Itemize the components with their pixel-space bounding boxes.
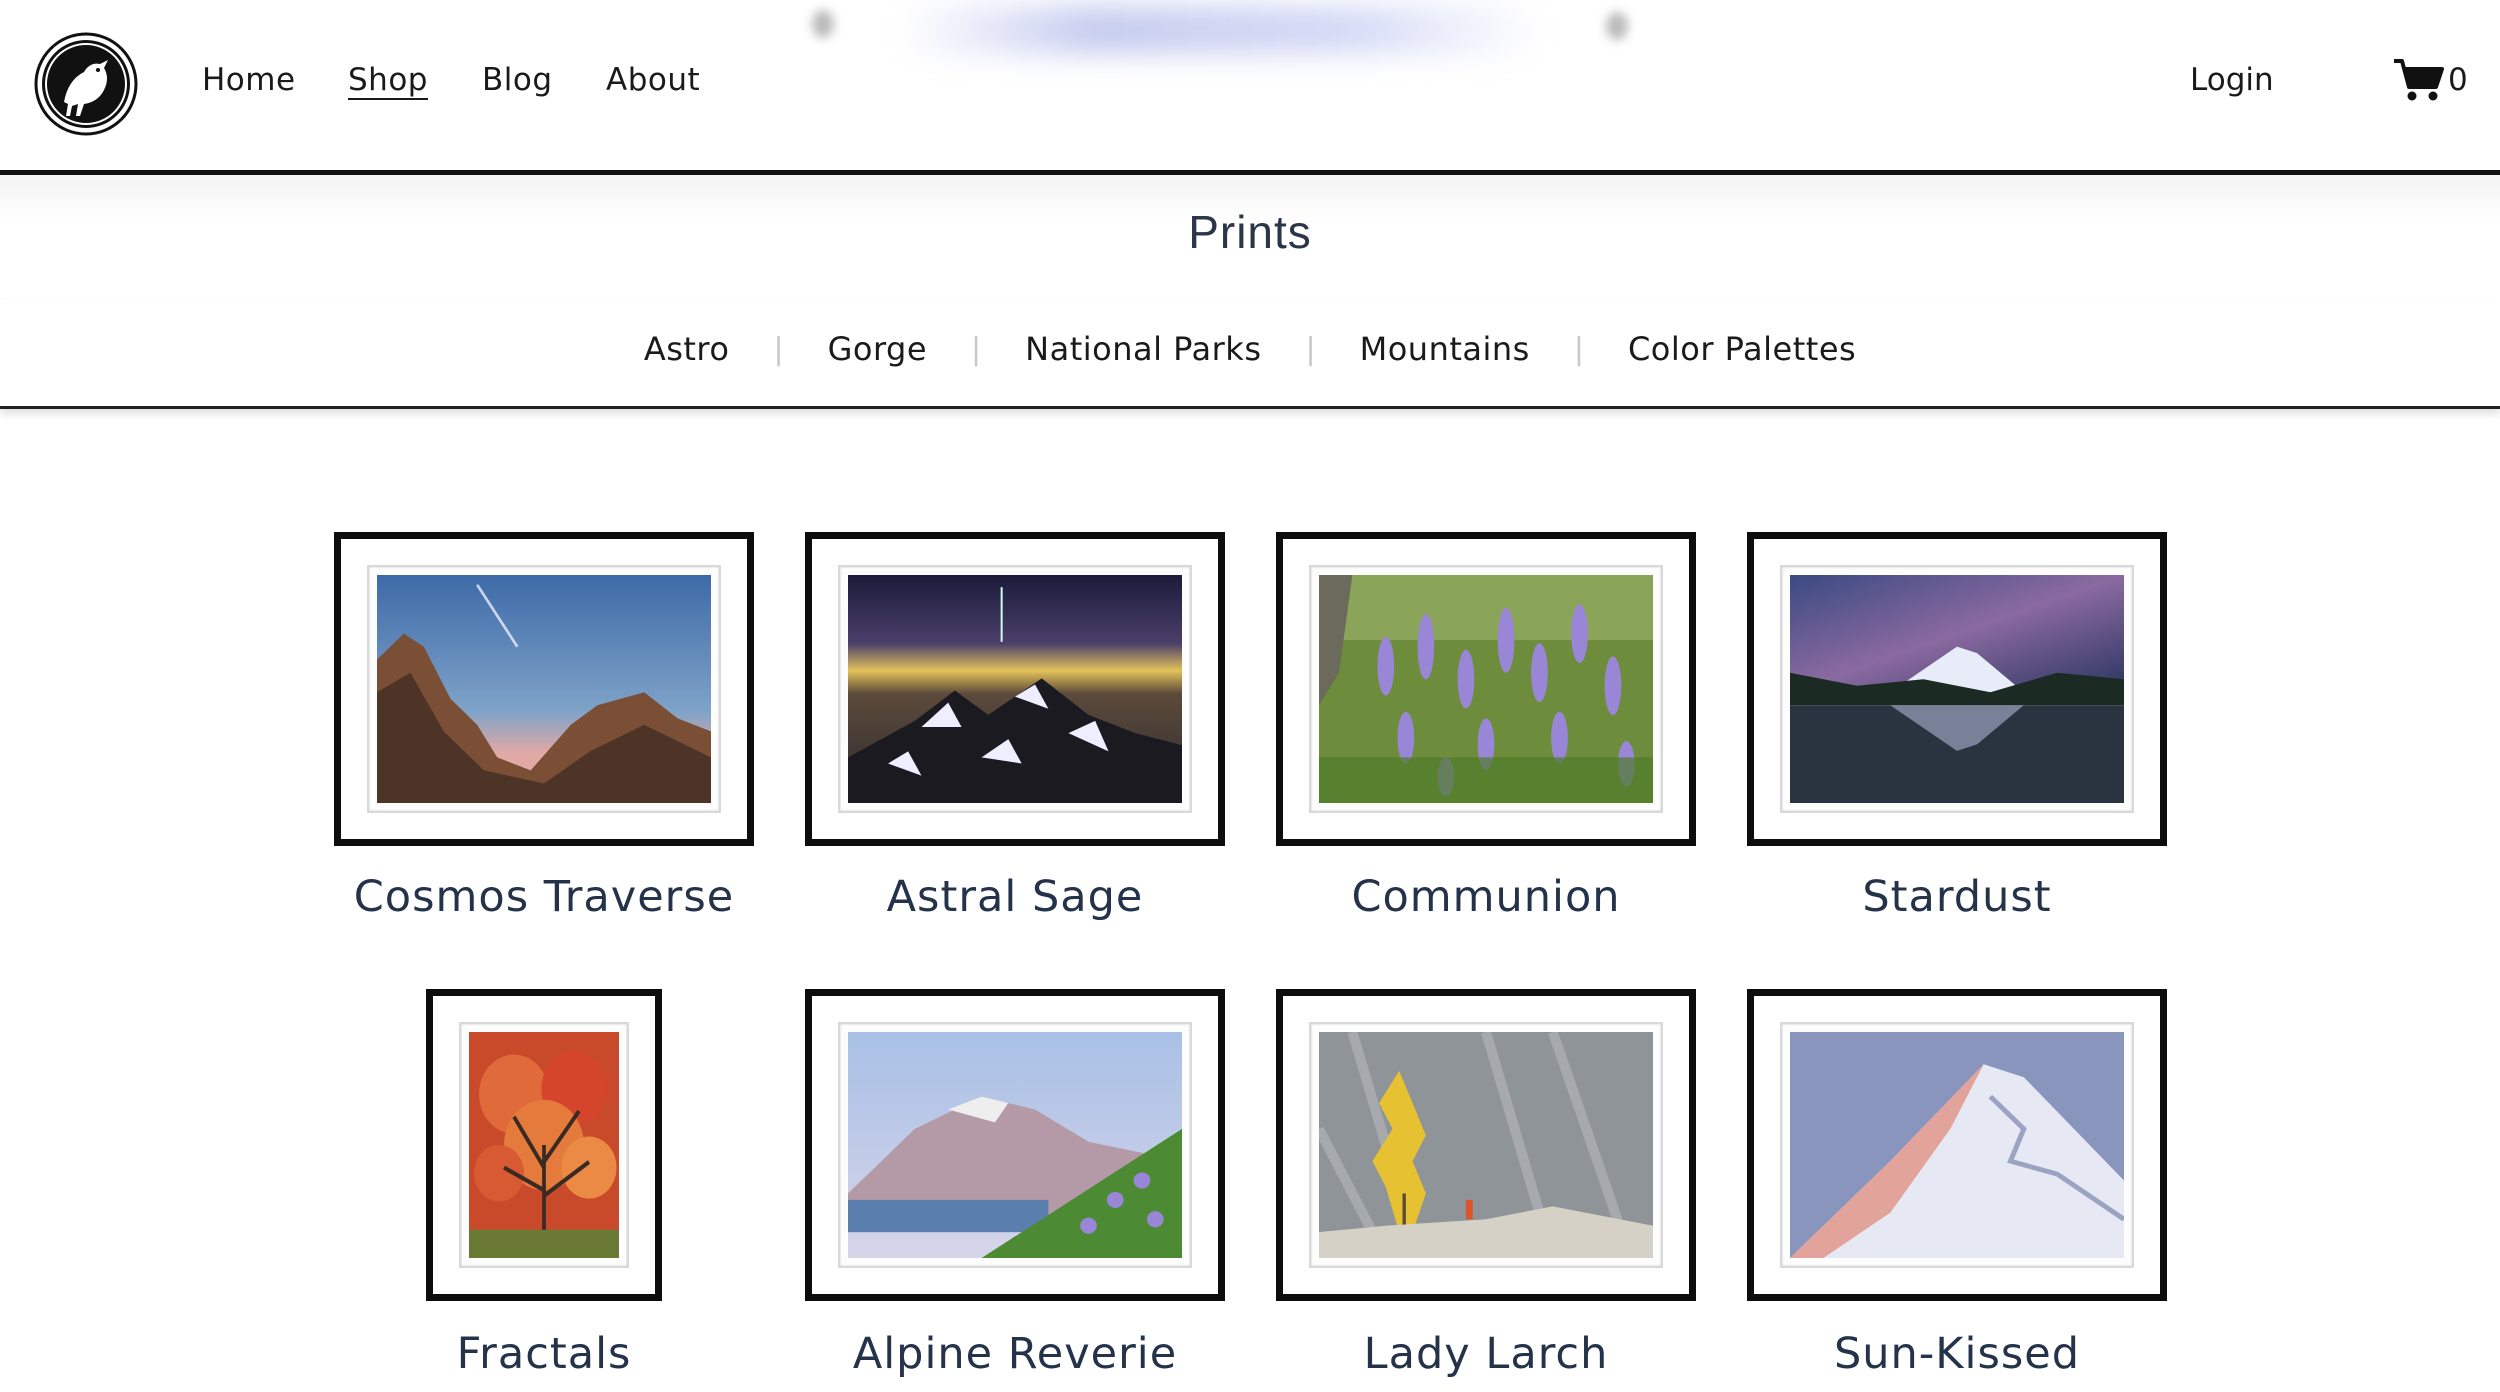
login-link[interactable]: Login [2190,62,2274,98]
category-separator: | [1573,331,1584,367]
category-links: Astro | Gorge | National Parks | Mountai… [0,330,2500,368]
print-photo [469,1032,619,1258]
blurred-banner [900,6,1540,54]
print-mat [838,565,1192,813]
category-astro[interactable]: Astro [644,330,730,368]
print-mat [459,1022,629,1268]
print-card-image[interactable] [1747,532,2167,846]
page-title: Prints [1188,206,1312,258]
print-mat [1780,565,2134,813]
category-color-palettes[interactable]: Color Palettes [1628,330,1856,368]
category-separator: | [971,331,982,367]
nav-blog-link[interactable]: Blog [482,62,553,98]
print-mat [1309,565,1663,813]
category-separator: | [1305,331,1316,367]
print-photo [377,575,711,803]
print-title[interactable]: Sun-Kissed [1722,1329,2192,1379]
print-photo [1319,575,1653,803]
shopping-cart-icon [2394,59,2444,101]
print-title[interactable]: Cosmos Traverse [309,872,779,922]
cart-button[interactable]: 0 [2392,58,2468,102]
print-mat [838,1022,1192,1268]
print-card-image[interactable] [805,532,1225,846]
print-photo [848,575,1182,803]
print-title[interactable]: Stardust [1722,872,2192,922]
print-title[interactable]: Communion [1251,872,1721,922]
print-card-image[interactable] [1276,532,1696,846]
print-title[interactable]: Fractals [309,1329,779,1379]
print-photo [1790,1032,2124,1258]
print-mat [1309,1022,1663,1268]
category-mountains[interactable]: Mountains [1360,330,1530,368]
blurred-dot [812,10,834,38]
category-national-parks[interactable]: National Parks [1025,330,1261,368]
print-photo [848,1032,1182,1258]
raven-logo-icon[interactable] [34,32,138,136]
print-card-image[interactable] [334,532,754,846]
category-gorge[interactable]: Gorge [828,330,927,368]
print-card-image[interactable] [1276,989,1696,1301]
print-card-image[interactable] [426,989,662,1301]
category-separator: | [773,331,784,367]
nav-shop-link[interactable]: Shop [348,62,428,98]
print-title[interactable]: Astral Sage [780,872,1250,922]
cart-count: 0 [2448,62,2468,98]
nav-home-link[interactable]: Home [202,62,296,98]
print-mat [367,565,721,813]
print-photo [1319,1032,1653,1258]
print-card-image[interactable] [805,989,1225,1301]
nav-about-link[interactable]: About [606,62,700,98]
print-title[interactable]: Alpine Reverie [780,1329,1250,1379]
print-title[interactable]: Lady Larch [1251,1329,1721,1379]
print-card-image[interactable] [1747,989,2167,1301]
blurred-dot [1606,12,1628,40]
top-navigation-bar: Home Shop Blog About Login 0 [0,0,2500,176]
print-photo [1790,575,2124,803]
print-mat [1780,1022,2134,1268]
